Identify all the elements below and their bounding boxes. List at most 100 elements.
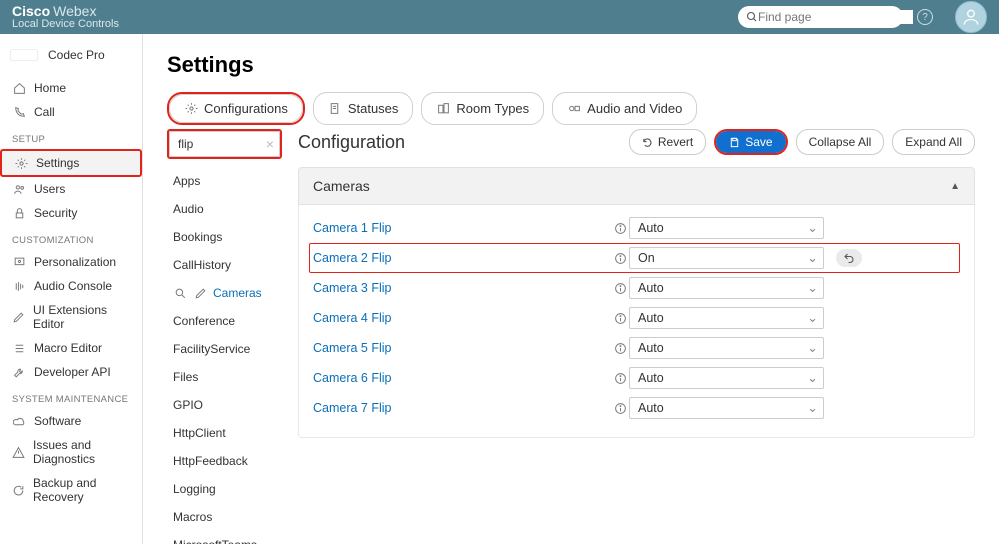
config-row-select[interactable]: Auto <box>629 367 824 389</box>
category-httpclient[interactable]: HttpClient <box>167 419 282 447</box>
config-row-label[interactable]: Camera 2 Flip <box>313 251 611 265</box>
sidebar-item-developer-api[interactable]: Developer API <box>0 360 142 384</box>
gear-icon <box>14 156 28 170</box>
sidebar-item-security[interactable]: Security <box>0 201 142 225</box>
category-label: CallHistory <box>173 258 231 272</box>
sidebar-group-label: SETUP <box>0 124 142 149</box>
config-row-label[interactable]: Camera 6 Flip <box>313 371 611 385</box>
config-row: Camera 1 Flip Auto <box>313 213 960 243</box>
revert-label: Revert <box>658 135 693 149</box>
category-microsoftteams[interactable]: MicrosoftTeams <box>167 531 282 544</box>
sidebar-item-backup-and-recovery[interactable]: Backup and Recovery <box>0 471 142 509</box>
revert-button[interactable]: Revert <box>629 129 706 155</box>
category-list: Apps Audio Bookings CallHistory Cameras … <box>167 167 282 544</box>
device-header: Codec Pro <box>0 34 142 76</box>
tab-label: Statuses <box>348 101 399 116</box>
config-row-label[interactable]: Camera 1 Flip <box>313 221 611 235</box>
category-label: GPIO <box>173 398 203 412</box>
config-row: Camera 5 Flip Auto <box>313 333 960 363</box>
tab-statuses[interactable]: Statuses <box>313 92 414 125</box>
help-icon[interactable]: ? <box>917 9 933 25</box>
category-conference[interactable]: Conference <box>167 307 282 335</box>
tab-label: Room Types <box>456 101 529 116</box>
category-callhistory[interactable]: CallHistory <box>167 251 282 279</box>
config-row-select[interactable]: On <box>629 247 824 269</box>
sidebar: Codec Pro Home Call SETUP Settings Users… <box>0 34 143 544</box>
cloud-icon <box>12 414 26 428</box>
category-files[interactable]: Files <box>167 363 282 391</box>
info-icon[interactable] <box>611 372 629 385</box>
page-title: Settings <box>167 52 975 78</box>
config-row-select[interactable]: Auto <box>629 307 824 329</box>
info-icon[interactable] <box>611 252 629 265</box>
search-box[interactable] <box>738 6 903 28</box>
sidebar-item-call[interactable]: Call <box>0 100 142 124</box>
save-label: Save <box>745 135 772 149</box>
category-facilityservice[interactable]: FacilityService <box>167 335 282 363</box>
sidebar-item-label: Backup and Recovery <box>33 476 130 504</box>
sidebar-item-ui-extensions-editor[interactable]: UI Extensions Editor <box>0 298 142 336</box>
config-row-select[interactable]: Auto <box>629 277 824 299</box>
sidebar-item-users[interactable]: Users <box>0 177 142 201</box>
av-icon <box>567 102 581 116</box>
save-button[interactable]: Save <box>716 131 785 153</box>
category-label: MicrosoftTeams <box>173 538 257 544</box>
config-row-select[interactable]: Auto <box>629 337 824 359</box>
sidebar-item-issues-and-diagnostics[interactable]: Issues and Diagnostics <box>0 433 142 471</box>
sidebar-item-label: Issues and Diagnostics <box>33 438 130 466</box>
clear-filter-icon[interactable]: × <box>266 136 274 152</box>
search-input[interactable] <box>758 10 913 24</box>
info-icon[interactable] <box>611 282 629 295</box>
undo-icon[interactable] <box>836 249 862 267</box>
call-icon <box>12 105 26 119</box>
users-icon <box>12 182 26 196</box>
tab-room-types[interactable]: Room Types <box>421 92 544 125</box>
main: Settings Configurations Statuses Room Ty… <box>143 34 999 544</box>
refresh-icon <box>12 483 25 497</box>
info-icon[interactable] <box>611 222 629 235</box>
sidebar-item-settings[interactable]: Settings <box>0 149 142 177</box>
avatar[interactable] <box>955 1 987 33</box>
brand-main: Cisco <box>12 3 50 19</box>
brand-subtitle: Local Device Controls <box>12 19 119 30</box>
device-icon <box>10 49 38 61</box>
info-icon[interactable] <box>611 402 629 415</box>
category-macros[interactable]: Macros <box>167 503 282 531</box>
filter-input[interactable] <box>169 131 280 157</box>
category-bookings[interactable]: Bookings <box>167 223 282 251</box>
collapse-all-button[interactable]: Collapse All <box>796 129 885 155</box>
config-row-label[interactable]: Camera 7 Flip <box>313 401 611 415</box>
config-row-label[interactable]: Camera 5 Flip <box>313 341 611 355</box>
sidebar-item-label: Call <box>34 105 55 119</box>
expand-all-button[interactable]: Expand All <box>892 129 975 155</box>
list-icon <box>12 341 26 355</box>
doc-icon <box>328 102 342 116</box>
tab-audio-and-video[interactable]: Audio and Video <box>552 92 697 125</box>
sidebar-item-home[interactable]: Home <box>0 76 142 100</box>
sidebar-item-label: UI Extensions Editor <box>33 303 130 331</box>
tab-configurations[interactable]: Configurations <box>169 94 303 123</box>
category-logging[interactable]: Logging <box>167 475 282 503</box>
config-row-select[interactable]: Auto <box>629 397 824 419</box>
category-apps[interactable]: Apps <box>167 167 282 195</box>
config-row-label[interactable]: Camera 4 Flip <box>313 311 611 325</box>
sidebar-item-software[interactable]: Software <box>0 409 142 433</box>
category-gpio[interactable]: GPIO <box>167 391 282 419</box>
sidebar-item-audio-console[interactable]: Audio Console <box>0 274 142 298</box>
config-row-select[interactable]: Auto <box>629 217 824 239</box>
config-row-label[interactable]: Camera 3 Flip <box>313 281 611 295</box>
info-icon[interactable] <box>611 312 629 325</box>
sidebar-item-personalization[interactable]: Personalization <box>0 250 142 274</box>
room-icon <box>436 102 450 116</box>
home-icon <box>12 81 26 95</box>
audio-icon <box>12 279 26 293</box>
sidebar-item-macro-editor[interactable]: Macro Editor <box>0 336 142 360</box>
category-cameras[interactable]: Cameras <box>167 279 282 307</box>
sidebar-item-label: Settings <box>36 156 79 170</box>
category-audio[interactable]: Audio <box>167 195 282 223</box>
chevron-up-icon: ▲ <box>950 181 960 192</box>
category-httpfeedback[interactable]: HttpFeedback <box>167 447 282 475</box>
sidebar-group-label: SYSTEM MAINTENANCE <box>0 384 142 409</box>
info-icon[interactable] <box>611 342 629 355</box>
panel-header[interactable]: Cameras ▲ <box>298 167 975 205</box>
